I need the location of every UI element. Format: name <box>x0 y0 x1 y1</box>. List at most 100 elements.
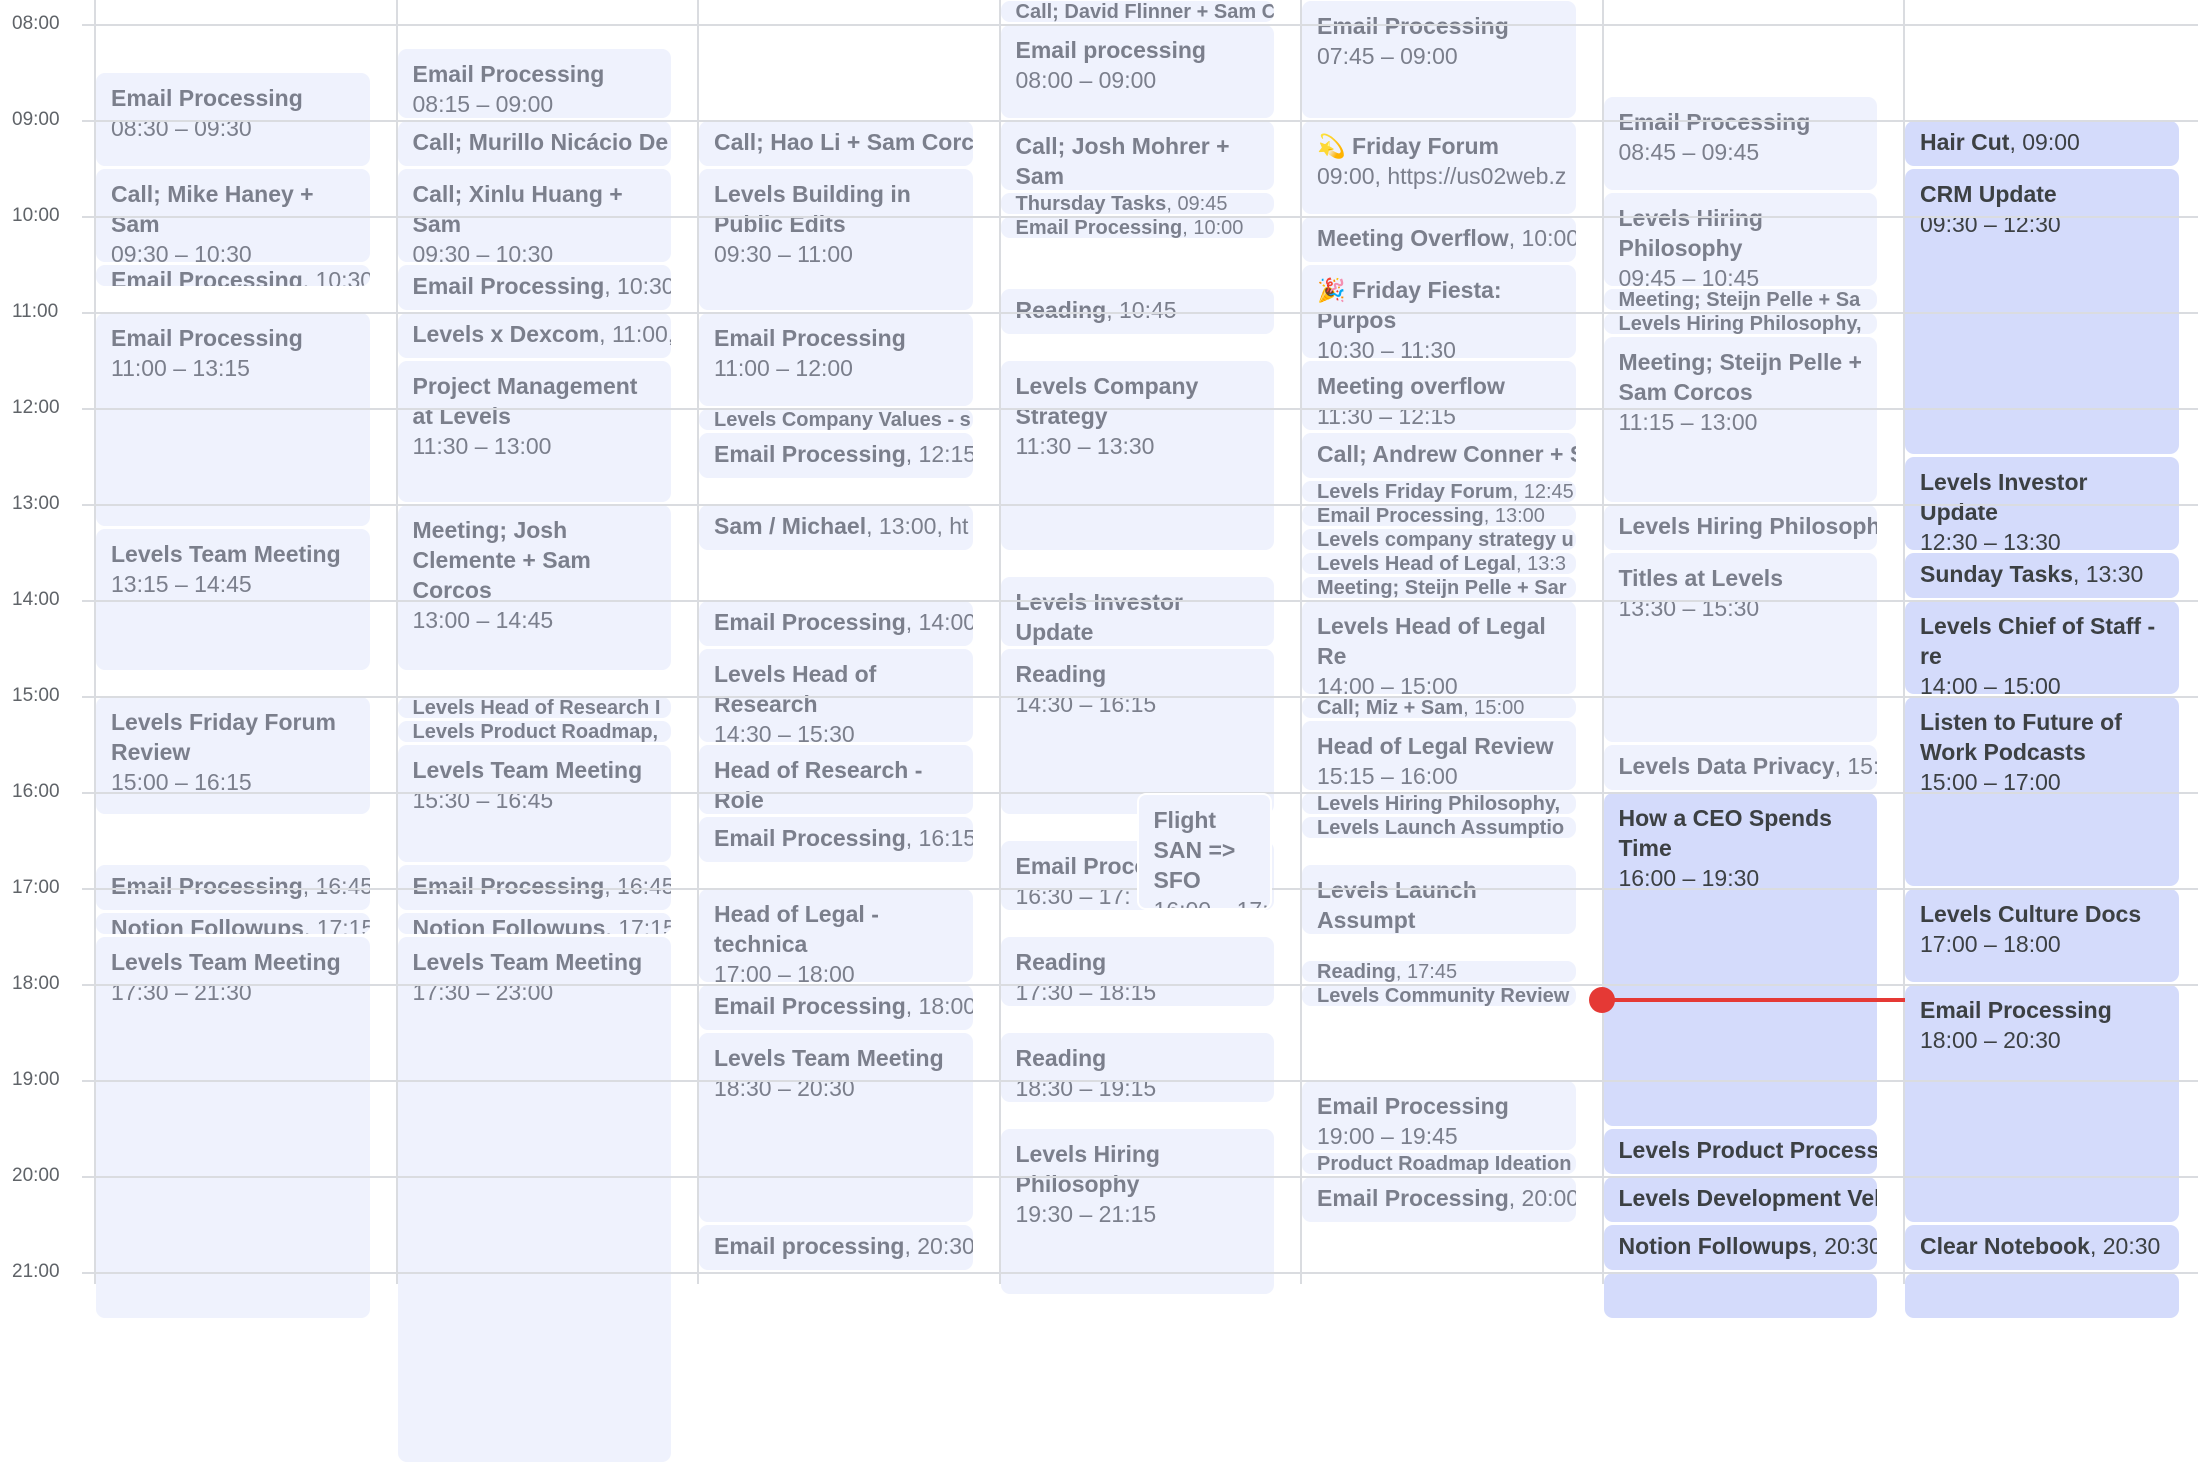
event-separator: , <box>604 273 618 299</box>
calendar-event[interactable]: Call; Josh Mohrer + Sam09:00 – 09:45 <box>1000 121 1274 190</box>
calendar-event[interactable]: Levels Hiring Philosophy <box>1603 505 1877 550</box>
calendar-event[interactable]: Meeting; Steijn Pelle + Sam Corcos 11:15 … <box>1603 337 1877 502</box>
hour-label: 11:00 <box>12 301 59 322</box>
calendar-event[interactable] <box>1603 1273 1877 1318</box>
calendar-event[interactable]: Project Management at Levels 11:30 – 13:0… <box>397 361 671 502</box>
calendar-event[interactable]: Email Processing 08:45 – 09:45 <box>1603 97 1877 190</box>
calendar-event[interactable]: Levels Team Meeting 17:30 – 23:00 <box>397 937 671 1462</box>
calendar-event[interactable]: Reading 18:30 – 19:15 <box>1000 1033 1274 1102</box>
calendar-event[interactable]: Call; Murillo Nicácio De <box>397 121 671 166</box>
calendar-event[interactable]: Email processing, 20:30 <box>699 1225 973 1270</box>
calendar-event[interactable]: Sunday Tasks, 13:30 <box>1905 553 2179 598</box>
calendar-event[interactable]: Email Processing, 14:00 <box>699 601 973 646</box>
day-column-divider <box>697 0 699 1284</box>
calendar-event[interactable]: Email Processing, 10:30 <box>397 265 671 310</box>
calendar-event[interactable]: Levels Team Meeting 18:30 – 20:30 <box>699 1033 973 1222</box>
calendar-event[interactable]: Notion Followups, 20:30 <box>1603 1225 1877 1270</box>
calendar-event[interactable]: Call; Miz + Sam, 15:00 <box>1302 697 1576 718</box>
calendar-event[interactable]: Levels Friday Forum Review 15:00 – 16:15 <box>96 697 370 814</box>
event-title: Notion Followups <box>1618 1233 1812 1259</box>
calendar-event[interactable]: Head of Legal Review 15:15 – 16:00 <box>1302 721 1576 790</box>
calendar-event[interactable]: Levels Product Process, <box>1603 1129 1877 1174</box>
calendar-event[interactable]: Levels x Dexcom, 11:00, <box>397 313 671 358</box>
hour-label: 21:00 <box>12 1261 60 1282</box>
calendar-event[interactable]: Levels Investor Update13:45 – 14:30 <box>1000 577 1274 646</box>
calendar-event[interactable]: Head of Legal - technica 17:00 – 18:00 <box>699 889 973 982</box>
event-time: 09:30 – 10:30 <box>111 241 252 262</box>
calendar-event[interactable]: Levels Hiring Philosophy 09:45 – 10:45 <box>1603 193 1877 286</box>
calendar-event[interactable]: Levels Company Strategy 11:30 – 13:30 <box>1000 361 1274 550</box>
calendar-event[interactable]: Levels Friday Forum, 12:45 <box>1302 481 1576 502</box>
calendar-event[interactable]: Hair Cut, 09:00 <box>1905 121 2179 166</box>
calendar-event[interactable]: Levels Development Vel <box>1603 1177 1877 1222</box>
calendar-event[interactable]: Levels company strategy u <box>1302 529 1576 550</box>
event-title: Levels Friday Forum <box>1317 481 1513 502</box>
calendar-event[interactable]: Call; David Flinner + Sam C <box>1000 1 1274 22</box>
calendar-event[interactable]: Levels Hiring Philosophy, <box>1603 313 1877 334</box>
calendar-event[interactable]: Levels Building in Public Edits 09:30 – 1… <box>699 169 973 310</box>
event-title: Call; Mike Haney + Sam <box>111 181 314 237</box>
event-time: 19:30 – 21:15 <box>1015 1201 1157 1227</box>
calendar-event[interactable]: Reading 14:30 – 16:15 <box>1000 649 1274 814</box>
hour-label: 13:00 <box>12 493 60 514</box>
calendar-event[interactable]: Email Processing, 12:15 <box>699 433 973 478</box>
calendar-event[interactable]: Product Roadmap Ideation <box>1302 1153 1576 1174</box>
calendar-event[interactable]: Email Processing, 16:15 <box>699 817 973 862</box>
hour-tick <box>82 792 94 794</box>
calendar-event[interactable]: Notion Followups, 17:15 <box>397 913 671 934</box>
calendar-event[interactable]: Levels Team Meeting 17:30 – 21:30 <box>96 937 370 1318</box>
event-title: Email Processing <box>1317 13 1509 39</box>
calendar-event[interactable]: Levels Hiring Philosophy, <box>1302 793 1576 814</box>
calendar-event[interactable]: How a CEO Spends Time 16:00 – 19:30 <box>1603 793 1877 1126</box>
calendar-event[interactable]: Levels Head of Legal Re 14:00 – 15:00 <box>1302 601 1576 694</box>
calendar-event[interactable]: Meeting; Steijn Pelle + Sa <box>1603 289 1877 310</box>
calendar-event[interactable]: Levels Community Review <box>1302 985 1576 1006</box>
calendar-event[interactable]: Levels Data Privacy, 15: <box>1603 745 1877 790</box>
calendar-event[interactable] <box>1905 1273 2179 1318</box>
calendar-event[interactable]: Reading 17:30 – 18:15 <box>1000 937 1274 1006</box>
hour-label: 18:00 <box>12 973 60 994</box>
calendar-event[interactable]: Email Processing 07:45 – 09:00 <box>1302 1 1576 118</box>
calendar-event[interactable]: Email Processing, 10:00 <box>1000 217 1274 238</box>
calendar-event[interactable]: Titles at Levels 13:30 – 15:30 <box>1603 553 1877 742</box>
calendar-event[interactable]: Email Processing 11:00 – 12:00 <box>699 313 973 406</box>
calendar-event[interactable]: Email Processing 19:00 – 19:45 <box>1302 1081 1576 1150</box>
event-time: 09:30 – 12:30 <box>1920 211 2061 237</box>
calendar-event[interactable]: Email Processing, 10:30 <box>96 265 370 286</box>
calendar-event[interactable]: Notion Followups, 17:15 <box>96 913 370 934</box>
calendar-event[interactable]: Call; Andrew Conner + S <box>1302 433 1576 478</box>
calendar-event[interactable]: Email Processing 18:00 – 20:30 <box>1905 985 2179 1222</box>
calendar-event[interactable]: Meeting; Josh Clemente + Sam Corcos 13:00… <box>397 505 671 670</box>
calendar-event[interactable]: Levels Company Values - s <box>699 409 973 430</box>
calendar-event[interactable]: Email Processing 11:00 – 13:15 <box>96 313 370 526</box>
calendar-event[interactable]: Levels Hiring Philosophy 19:30 – 21:15 <box>1000 1129 1274 1294</box>
event-title: Email Processing <box>714 609 906 635</box>
calendar-event[interactable]: Flight SAN => SFO 16:00 – 17: <box>1136 793 1272 910</box>
day-column-divider <box>94 0 96 1284</box>
calendar-event[interactable]: Levels Head of Legal, 13:3 <box>1302 553 1576 574</box>
calendar-event[interactable]: Email Processing 08:15 – 09:00 <box>397 49 671 118</box>
calendar-event[interactable]: Levels Product Roadmap, <box>397 721 671 742</box>
calendar-event[interactable]: Levels Launch Assumpt16:45 – 17:30 <box>1302 865 1576 934</box>
calendar-event[interactable]: 💫 Friday Forum 09:00, https://us02web.z <box>1302 121 1576 214</box>
calendar-event[interactable]: Head of Research - Role15:30 – 16:15 <box>699 745 973 814</box>
calendar-event[interactable]: Meeting; Steijn Pelle + Sar <box>1302 577 1576 598</box>
calendar-event[interactable]: Meeting Overflow, 10:00 <box>1302 217 1576 262</box>
calendar-event[interactable]: Levels Team Meeting 15:30 – 16:45 <box>397 745 671 862</box>
calendar-event[interactable]: Email Processing, 13:00 <box>1302 505 1576 526</box>
calendar-event[interactable]: Email processing 08:00 – 09:00 <box>1000 25 1274 118</box>
calendar-event[interactable]: Reading, 17:45 <box>1302 961 1576 982</box>
calendar-event[interactable]: Meeting overflow 11:30 – 12:15 <box>1302 361 1576 430</box>
calendar-event[interactable]: Levels Chief of Staff - re 14:00 – 15:00 <box>1905 601 2179 694</box>
calendar-event[interactable]: Call; Hao Li + Sam Corco <box>699 121 973 166</box>
calendar-event[interactable]: Levels Launch Assumptio <box>1302 817 1576 838</box>
event-separator: , <box>1834 753 1848 779</box>
calendar-event[interactable]: Levels Culture Docs 17:00 – 18:00 <box>1905 889 2179 982</box>
hour-gridline <box>94 984 2198 986</box>
calendar-event[interactable]: Clear Notebook, 20:30 <box>1905 1225 2179 1270</box>
calendar-event[interactable]: Thursday Tasks, 09:45 <box>1000 193 1274 214</box>
calendar-event[interactable]: Email Processing, 18:00 <box>699 985 973 1030</box>
calendar-event[interactable]: Levels Head of Research I <box>397 697 671 718</box>
calendar-event[interactable]: Email Processing, 20:00 <box>1302 1177 1576 1222</box>
calendar-event[interactable]: Sam / Michael, 13:00, ht <box>699 505 973 550</box>
